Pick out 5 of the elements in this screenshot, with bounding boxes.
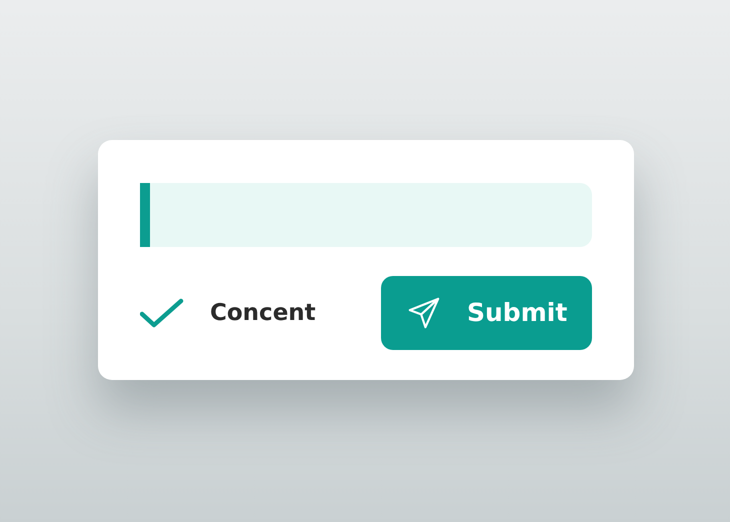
submit-button[interactable]: Submit xyxy=(381,276,592,350)
text-field[interactable] xyxy=(140,183,592,247)
consent-label: Concent xyxy=(210,298,316,328)
consent-checkbox[interactable] xyxy=(140,297,184,329)
send-icon xyxy=(407,296,441,330)
